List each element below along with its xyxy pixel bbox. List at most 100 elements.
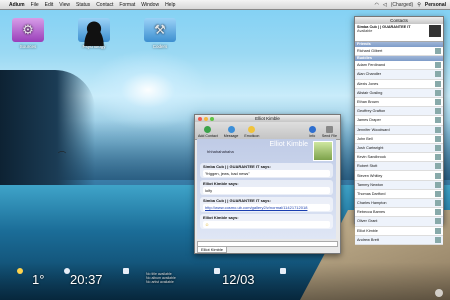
chat-titlebar[interactable]: Elliot Kimble — [195, 115, 340, 122]
contact-row[interactable]: Andrew Brett — [355, 235, 443, 245]
message-bubble: Simba Cub | | GUARANTEE IT says: "frigge… — [200, 163, 333, 178]
send-file-icon — [325, 126, 333, 133]
contact-row[interactable]: Alexis Jones — [355, 79, 443, 89]
head-icon — [79, 18, 109, 46]
chat-tab[interactable]: Elliot Kimble — [197, 246, 228, 253]
user-menu[interactable]: Personal — [425, 2, 446, 8]
my-account[interactable]: Simba Cub | | GUARANTEE IT Available — [355, 24, 443, 42]
contact-row[interactable]: Rebecca Barnes — [355, 208, 443, 218]
menu-bar: Adium File Edit View Status Contact Form… — [0, 0, 450, 10]
message-text: ☺ — [203, 221, 330, 228]
contact-row[interactable]: Jennifer Woodward — [355, 125, 443, 135]
contact-row[interactable]: Kevin Sandbrook — [355, 153, 443, 163]
desktop-folder-sources[interactable]: ⚙ Sources — [8, 18, 48, 49]
buddy-icon — [435, 71, 441, 78]
spotlight-icon[interactable]: ⚲ — [417, 2, 421, 8]
buddy-icon — [435, 200, 441, 207]
zoom-icon[interactable] — [210, 116, 214, 121]
desktop-folder-coders[interactable]: ⚒ Coders — [140, 18, 180, 49]
buddy-icon — [435, 163, 441, 170]
now-playing: No title available No album available No… — [146, 272, 176, 284]
battery-status[interactable]: (Charged) — [391, 2, 414, 8]
message-bubble: Elliot Kimble says: lolfy — [200, 180, 333, 195]
contact-row[interactable]: James Draper — [355, 116, 443, 126]
message-button[interactable]: Message — [224, 126, 238, 138]
chat-title: Elliot Kimble — [255, 116, 280, 121]
contact-row[interactable]: Alistair Gosling — [355, 88, 443, 98]
message-link[interactable]: http://www.cosmo.ub.com/gallery2/v/norma… — [203, 204, 330, 211]
buddy-icon — [435, 181, 441, 188]
contact-row[interactable]: Ethan Brown — [355, 97, 443, 108]
buddy-icon — [435, 236, 441, 243]
buddy-icon — [435, 108, 441, 115]
add-contact-button[interactable]: Add Contact — [198, 126, 218, 138]
mail-icon[interactable] — [280, 268, 286, 274]
chat-transcript[interactable]: hhhahahahaha Elliot Kimble Simba Cub | |… — [197, 139, 336, 239]
emoticon-button[interactable]: Emoticon — [244, 126, 259, 138]
date: 12/03 — [222, 272, 255, 287]
partner-name: Elliot Kimble — [269, 141, 308, 148]
contact-row[interactable]: Alan Chandler — [355, 70, 443, 80]
temperature: 1° — [32, 272, 45, 287]
chat-toolbar: Add Contact Message Emoticon Info Send F… — [195, 122, 340, 140]
menu-app-name[interactable]: Adium — [9, 2, 25, 8]
contact-row[interactable]: Geoffrey Grafton — [355, 107, 443, 117]
power-icon[interactable] — [435, 289, 443, 297]
menu-help[interactable]: Help — [165, 2, 175, 8]
buddy-icon — [435, 48, 441, 55]
bird-icon: ⌒ — [58, 151, 66, 160]
buddy-icon — [435, 80, 441, 87]
message-text: lolfy — [203, 187, 330, 194]
friends-list: Richard Gilbert — [355, 47, 443, 57]
contact-row[interactable]: John Bell — [355, 134, 443, 144]
contact-row[interactable]: Thomas Dartford — [355, 189, 443, 199]
message-text: "friggen, jews, bad news" — [203, 170, 330, 177]
wifi-icon[interactable]: ◠ — [374, 2, 378, 8]
buddy-icon — [435, 154, 441, 161]
weather-icon — [17, 268, 23, 274]
contact-row[interactable]: Tammy Newton — [355, 180, 443, 190]
menu-file[interactable]: File — [31, 2, 39, 8]
buddy-icon — [435, 227, 441, 234]
buddy-icon — [435, 135, 441, 142]
contact-row[interactable]: Charles Hampton — [355, 199, 443, 209]
volume-icon[interactable]: ◁ — [383, 2, 387, 8]
buddy-icon — [435, 99, 441, 106]
contact-row[interactable]: Robert Stott — [355, 162, 443, 172]
buddy-icon — [435, 190, 441, 197]
menu-view[interactable]: View — [59, 2, 70, 8]
emoticon-icon: ☺ — [205, 222, 210, 227]
menu-window[interactable]: Window — [141, 2, 159, 8]
minimize-icon[interactable] — [204, 116, 208, 121]
tools-icon: ⚒ — [154, 22, 166, 37]
menu-status[interactable]: Status — [76, 2, 90, 8]
contact-row[interactable]: Adam Ferdinand — [355, 61, 443, 71]
calendar-icon — [214, 268, 220, 274]
menu-contact[interactable]: Contact — [96, 2, 113, 8]
close-icon[interactable] — [198, 116, 202, 121]
message-sender: Simba Cub | | GUARANTEE IT says: — [203, 198, 271, 203]
my-avatar[interactable] — [429, 25, 441, 37]
emoticon-icon — [248, 126, 256, 133]
menu-format[interactable]: Format — [119, 2, 135, 8]
desktop-folder-psychology[interactable]: Psychology — [74, 18, 114, 49]
contact-row[interactable]: Josh Cartwright — [355, 143, 443, 154]
partner-mood: hhhahahahaha — [207, 149, 234, 154]
contacts-title[interactable]: Contacts — [355, 17, 443, 24]
contact-row[interactable]: Steven Whitley — [355, 171, 443, 181]
menu-edit[interactable]: Edit — [45, 2, 54, 8]
contacts-window: Contacts Simba Cub | | GUARANTEE IT Avai… — [354, 16, 444, 245]
contact-row[interactable]: Elliot Kimble — [355, 226, 443, 236]
add-contact-icon — [204, 126, 212, 133]
itunes-icon[interactable] — [123, 268, 129, 274]
message-sender: Simba Cub | | GUARANTEE IT says: — [203, 164, 271, 169]
info-button[interactable]: Info — [308, 126, 316, 138]
buddy-icon — [435, 62, 441, 69]
message-bubble: Elliot Kimble says: ☺ — [200, 214, 333, 229]
message-icon — [227, 126, 235, 133]
send-file-button[interactable]: Send File — [322, 126, 337, 138]
chat-window: Elliot Kimble Add Contact Message Emotic… — [194, 114, 341, 254]
contact-row[interactable]: Richard Gilbert — [355, 47, 443, 57]
buddy-icon — [435, 117, 441, 124]
contact-row[interactable]: Oliver Grant — [355, 217, 443, 227]
